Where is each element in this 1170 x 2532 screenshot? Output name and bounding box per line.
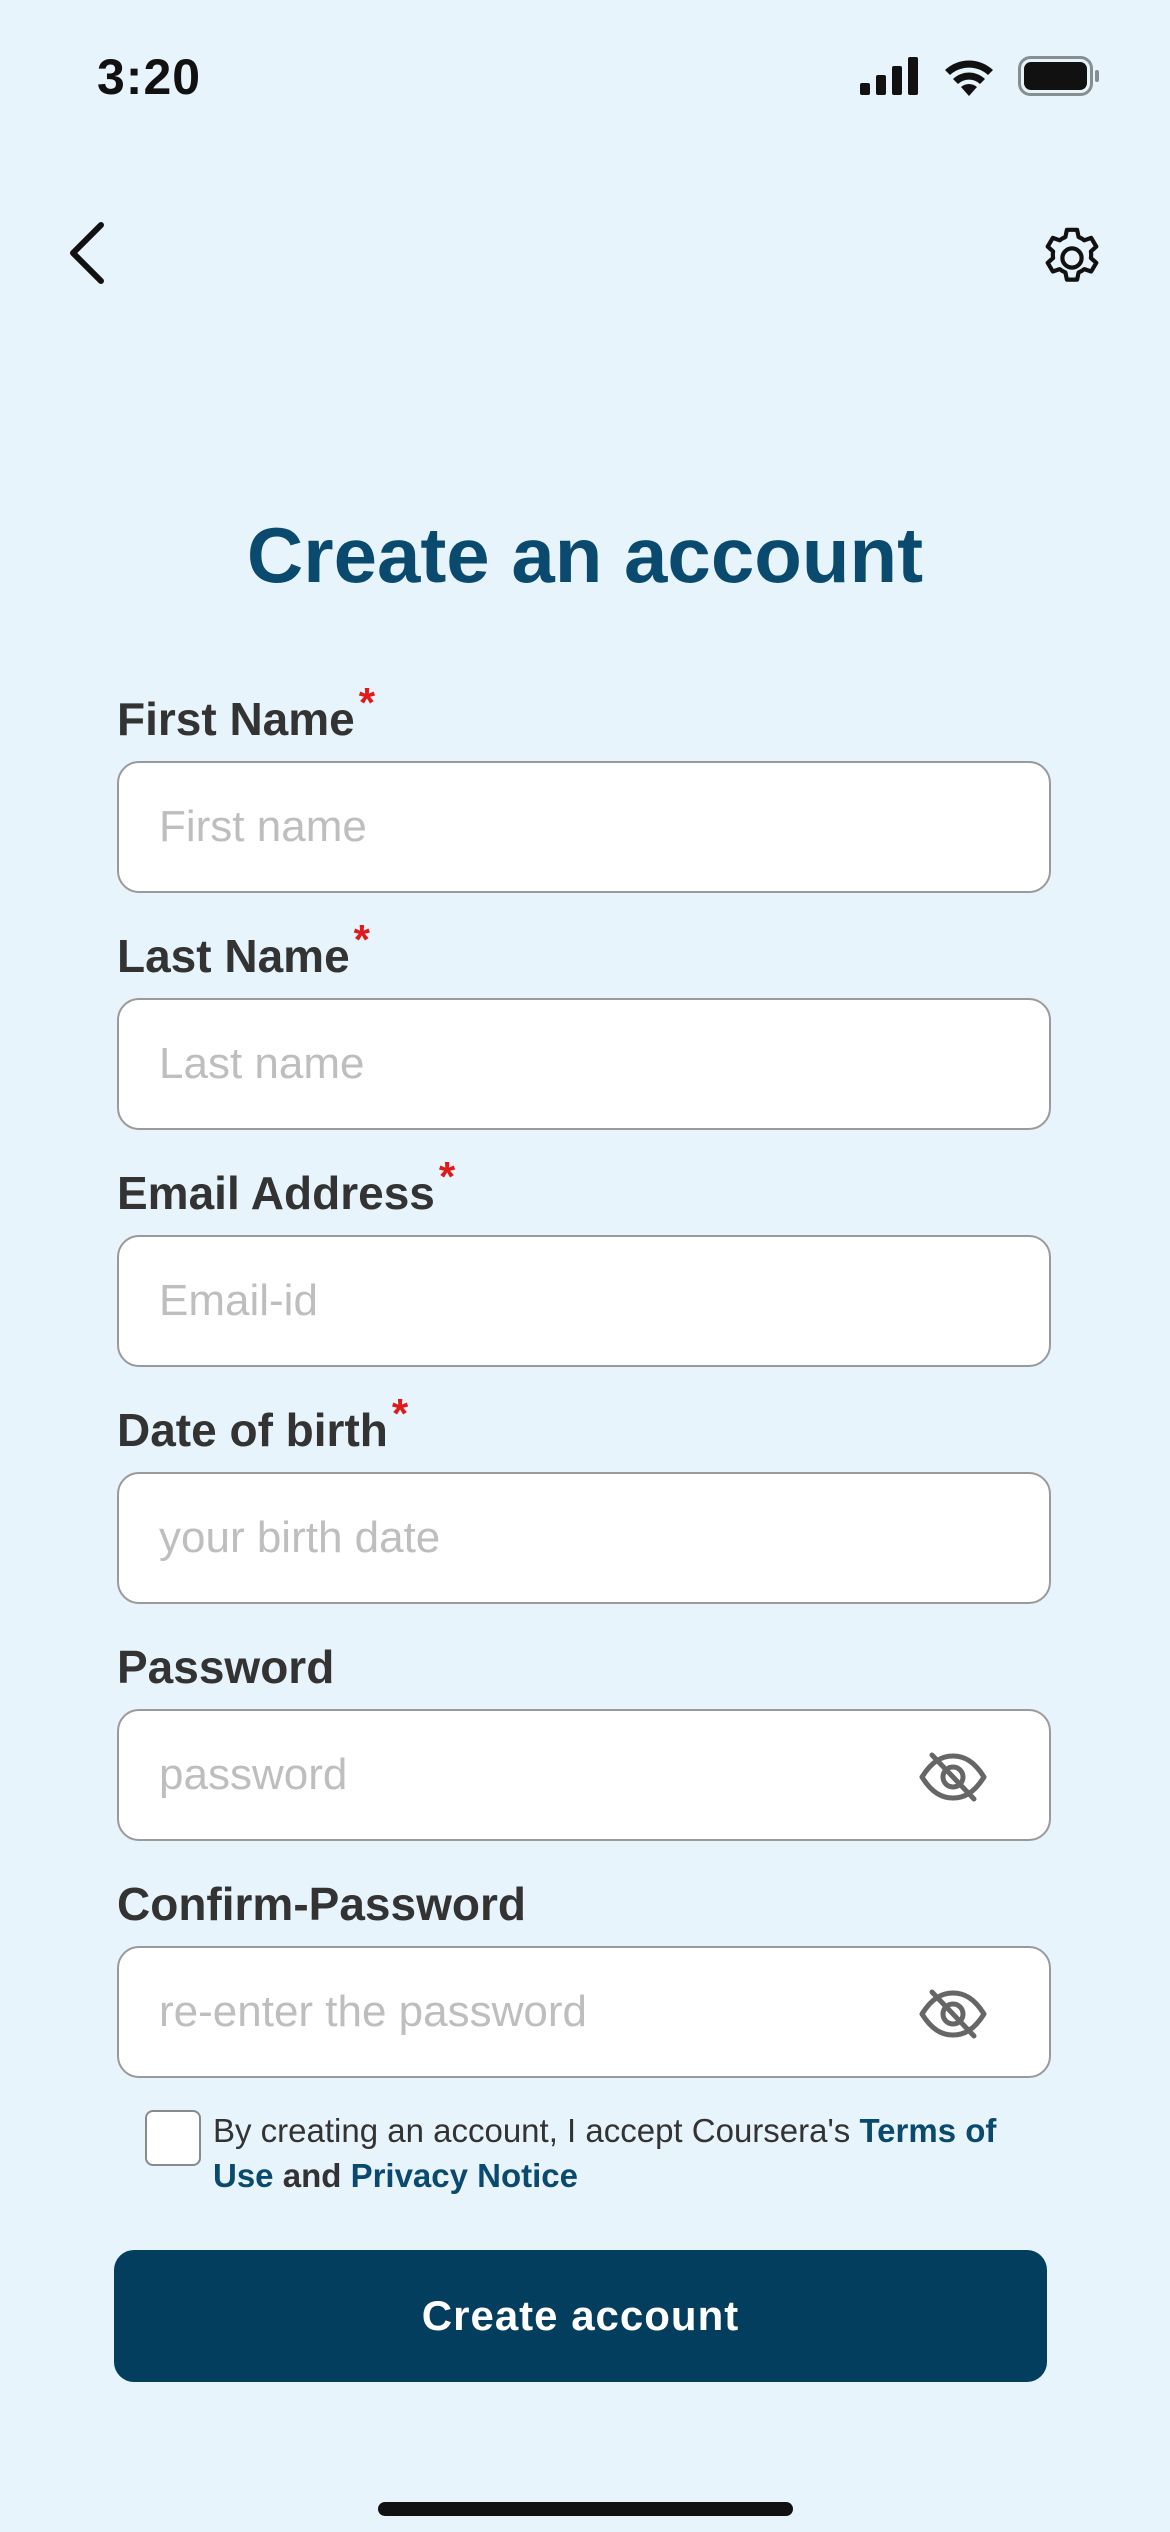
eye-off-icon xyxy=(919,1989,987,2039)
chevron-left-icon xyxy=(70,222,104,284)
settings-button[interactable] xyxy=(1032,218,1112,298)
password-field[interactable] xyxy=(117,1709,1051,1841)
terms-checkbox[interactable] xyxy=(145,2110,201,2166)
create-account-button[interactable]: Create account xyxy=(114,2250,1047,2382)
first-name-field[interactable] xyxy=(117,761,1051,893)
email-label: Email Address* xyxy=(117,1153,455,1220)
toggle-password-visibility-button[interactable] xyxy=(917,1747,989,1807)
last-name-label: Last Name* xyxy=(117,916,370,983)
gear-icon xyxy=(1045,227,1099,282)
wifi-icon xyxy=(942,56,996,101)
eye-off-icon xyxy=(919,1752,987,1802)
battery-icon xyxy=(1018,56,1100,101)
email-input[interactable] xyxy=(159,1237,959,1365)
required-marker: * xyxy=(391,1390,409,1437)
required-marker: * xyxy=(438,1153,456,1200)
password-label: Password xyxy=(117,1640,334,1694)
required-marker: * xyxy=(353,916,371,963)
first-name-label: First Name* xyxy=(117,679,375,746)
nav-bar xyxy=(0,200,1170,310)
terms-prefix: By creating an account, I accept Courser… xyxy=(213,2112,860,2149)
last-name-input[interactable] xyxy=(159,1000,959,1128)
email-label-text: Email Address xyxy=(117,1167,435,1219)
password-label-text: Password xyxy=(117,1641,335,1693)
dob-input[interactable] xyxy=(159,1474,959,1602)
status-icons xyxy=(860,56,1100,101)
back-button[interactable] xyxy=(52,218,122,288)
last-name-label-text: Last Name xyxy=(117,930,350,982)
privacy-notice-link[interactable]: Privacy Notice xyxy=(351,2157,578,2194)
email-field[interactable] xyxy=(117,1235,1051,1367)
password-input[interactable] xyxy=(159,1711,959,1839)
confirm-password-label: Confirm-Password xyxy=(117,1877,526,1931)
status-bar: 3:20 xyxy=(0,0,1170,150)
last-name-field[interactable] xyxy=(117,998,1051,1130)
required-marker: * xyxy=(358,679,376,726)
toggle-confirm-password-visibility-button[interactable] xyxy=(917,1984,989,2044)
first-name-label-text: First Name xyxy=(117,693,355,745)
first-name-input[interactable] xyxy=(159,763,959,891)
page-title: Create an account xyxy=(246,511,924,599)
confirm-password-label-text: Confirm-Password xyxy=(117,1878,526,1930)
confirm-password-input[interactable] xyxy=(159,1948,959,2076)
dob-label: Date of birth* xyxy=(117,1390,408,1457)
signal-icon xyxy=(860,57,920,100)
dob-field[interactable] xyxy=(117,1472,1051,1604)
status-time: 3:20 xyxy=(97,49,202,105)
home-indicator xyxy=(378,2502,793,2516)
terms-text: By creating an account, I accept Courser… xyxy=(213,2108,1043,2198)
confirm-password-field[interactable] xyxy=(117,1946,1051,2078)
dob-label-text: Date of birth xyxy=(117,1404,388,1456)
terms-conjunction: and xyxy=(273,2157,351,2194)
